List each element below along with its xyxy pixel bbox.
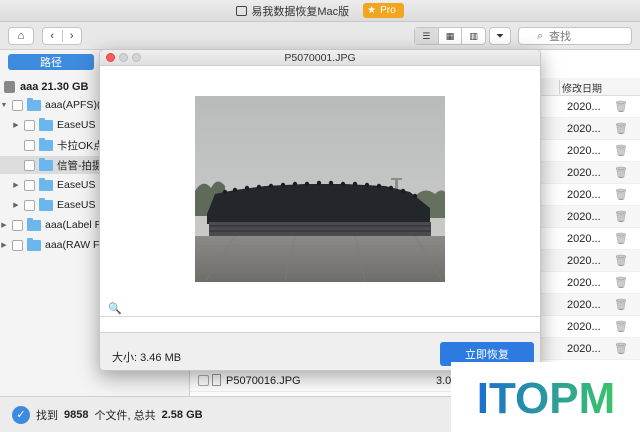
trash-icon[interactable]: 🗑 — [614, 232, 628, 245]
folder-icon — [39, 137, 53, 151]
checkbox[interactable] — [24, 139, 35, 151]
status-found-prefix: 找到 — [36, 409, 58, 422]
close-button[interactable] — [106, 53, 115, 62]
toolbar: ⌂ ‹ › ☰ ▦ ▥ ⏷ ⌕ 查找 — [0, 22, 640, 50]
file-icon — [212, 374, 221, 386]
trash-icon[interactable]: 🗑 — [614, 166, 628, 179]
filter-icon: ⏷ — [496, 30, 504, 42]
row-date: 2020... — [567, 145, 601, 157]
forward-button[interactable]: › — [61, 30, 82, 42]
folder-icon — [39, 197, 53, 211]
home-icon: ⌂ — [17, 30, 25, 42]
watermark-graphic: ITOPM — [476, 374, 615, 423]
pro-label: Pro — [380, 5, 396, 16]
search-input[interactable]: ⌕ 查找 — [518, 27, 632, 45]
status-file-count: 9858 — [64, 408, 89, 421]
checkbox[interactable] — [12, 219, 23, 231]
search-icon: ⌕ — [537, 30, 544, 42]
disk-label: aaa 21.30 GB — [20, 81, 89, 93]
checkbox[interactable] — [12, 99, 23, 111]
folder-icon — [27, 97, 41, 111]
trash-icon[interactable]: 🗑 — [614, 254, 628, 267]
pro-badge[interactable]: ★ Pro — [363, 3, 404, 18]
disclosure-open-icon[interactable]: ▼ — [0, 102, 8, 109]
list-view-icon[interactable]: ☰ — [415, 28, 438, 44]
checkbox[interactable] — [24, 159, 35, 171]
preview-dialog: P5070001.JPG 🔍 大小: 3.46 MB 立即恢复 — [99, 49, 541, 371]
row-date: 2020... — [567, 277, 601, 289]
row-date: 2020... — [567, 101, 601, 113]
zoom-icon[interactable]: 🔍 — [108, 302, 122, 315]
row-date: 2020... — [567, 233, 601, 245]
grid-view-icon[interactable]: ▦ — [437, 28, 462, 44]
app-title: 易我数据恢复Mac版 — [251, 5, 350, 18]
disclosure-closed-icon[interactable]: ▶ — [0, 221, 8, 229]
folder-icon — [39, 177, 53, 191]
trash-icon[interactable]: 🗑 — [614, 320, 628, 333]
navigation-buttons: ‹ › — [42, 27, 82, 45]
watermark-logo: ITOPM — [451, 362, 640, 432]
disclosure-closed-icon[interactable]: ▶ — [0, 241, 8, 249]
preview-filename: P5070001.JPG — [284, 52, 356, 64]
window-controls — [106, 53, 141, 62]
back-button[interactable]: ‹ — [43, 30, 62, 42]
zoom-button[interactable] — [132, 53, 141, 62]
folder-icon — [27, 217, 41, 231]
status-total-size: 2.58 GB — [161, 408, 203, 421]
row-date: 2020... — [567, 255, 601, 267]
check-circle-icon: ✓ — [12, 405, 30, 424]
row-filename: P5070016.JPG — [226, 375, 301, 387]
trash-icon[interactable]: 🗑 — [614, 100, 628, 113]
row-date: 2020... — [567, 211, 601, 223]
trash-icon[interactable]: 🗑 — [614, 342, 628, 355]
folder-icon — [27, 237, 41, 251]
tab-path[interactable]: 路径 — [8, 54, 94, 70]
disclosure-closed-icon[interactable]: ▶ — [12, 121, 20, 129]
title-bar: 易我数据恢复Mac版 ★ Pro — [0, 0, 640, 22]
checkbox[interactable] — [198, 375, 209, 386]
trash-icon[interactable]: 🗑 — [614, 210, 628, 223]
checkbox[interactable] — [12, 239, 23, 251]
group-photo-image — [195, 96, 445, 282]
search-placeholder: 查找 — [549, 31, 571, 43]
row-date: 2020... — [567, 123, 601, 135]
trash-icon[interactable]: 🗑 — [614, 144, 628, 157]
view-mode-switcher: ☰ ▦ ▥ — [414, 27, 486, 45]
folder-icon — [39, 157, 53, 171]
trash-icon[interactable]: 🗑 — [614, 188, 628, 201]
disclosure-closed-icon[interactable]: ▶ — [12, 181, 20, 189]
star-icon: ★ — [367, 5, 377, 16]
file-size-label: 大小: 3.46 MB — [112, 352, 182, 364]
filter-button[interactable]: ⏷ — [489, 27, 511, 45]
disk-icon — [4, 81, 15, 93]
divider — [100, 316, 540, 317]
home-button[interactable]: ⌂ — [8, 27, 34, 45]
photo-preview — [195, 96, 445, 282]
cover-view-icon[interactable]: ▥ — [461, 28, 485, 44]
status-middle-text: 个文件, 总共 — [94, 409, 156, 422]
checkbox[interactable] — [24, 179, 35, 191]
trash-icon[interactable]: 🗑 — [614, 122, 628, 135]
preview-area: 🔍 — [100, 66, 540, 316]
checkbox[interactable] — [24, 119, 35, 131]
row-date: 2020... — [567, 321, 601, 333]
row-size: 3.0 — [436, 375, 452, 387]
disclosure-closed-icon[interactable]: ▶ — [12, 201, 20, 209]
watermark-text: ITOPM — [476, 374, 615, 423]
folder-icon — [39, 117, 53, 131]
row-date: 2020... — [567, 299, 601, 311]
row-date: 2020... — [567, 189, 601, 201]
column-header-date[interactable]: 修改日期 — [562, 80, 602, 95]
app-title-group: 易我数据恢复Mac版 ★ Pro — [236, 3, 404, 19]
column-divider — [559, 80, 560, 94]
preview-title-bar: P5070001.JPG — [100, 50, 540, 66]
row-date: 2020... — [567, 343, 601, 355]
minimize-button[interactable] — [119, 53, 128, 62]
row-date: 2020... — [567, 167, 601, 179]
trash-icon[interactable]: 🗑 — [614, 276, 628, 289]
trash-icon[interactable]: 🗑 — [614, 298, 628, 311]
checkbox[interactable] — [24, 199, 35, 211]
app-logo-icon — [236, 5, 248, 16]
